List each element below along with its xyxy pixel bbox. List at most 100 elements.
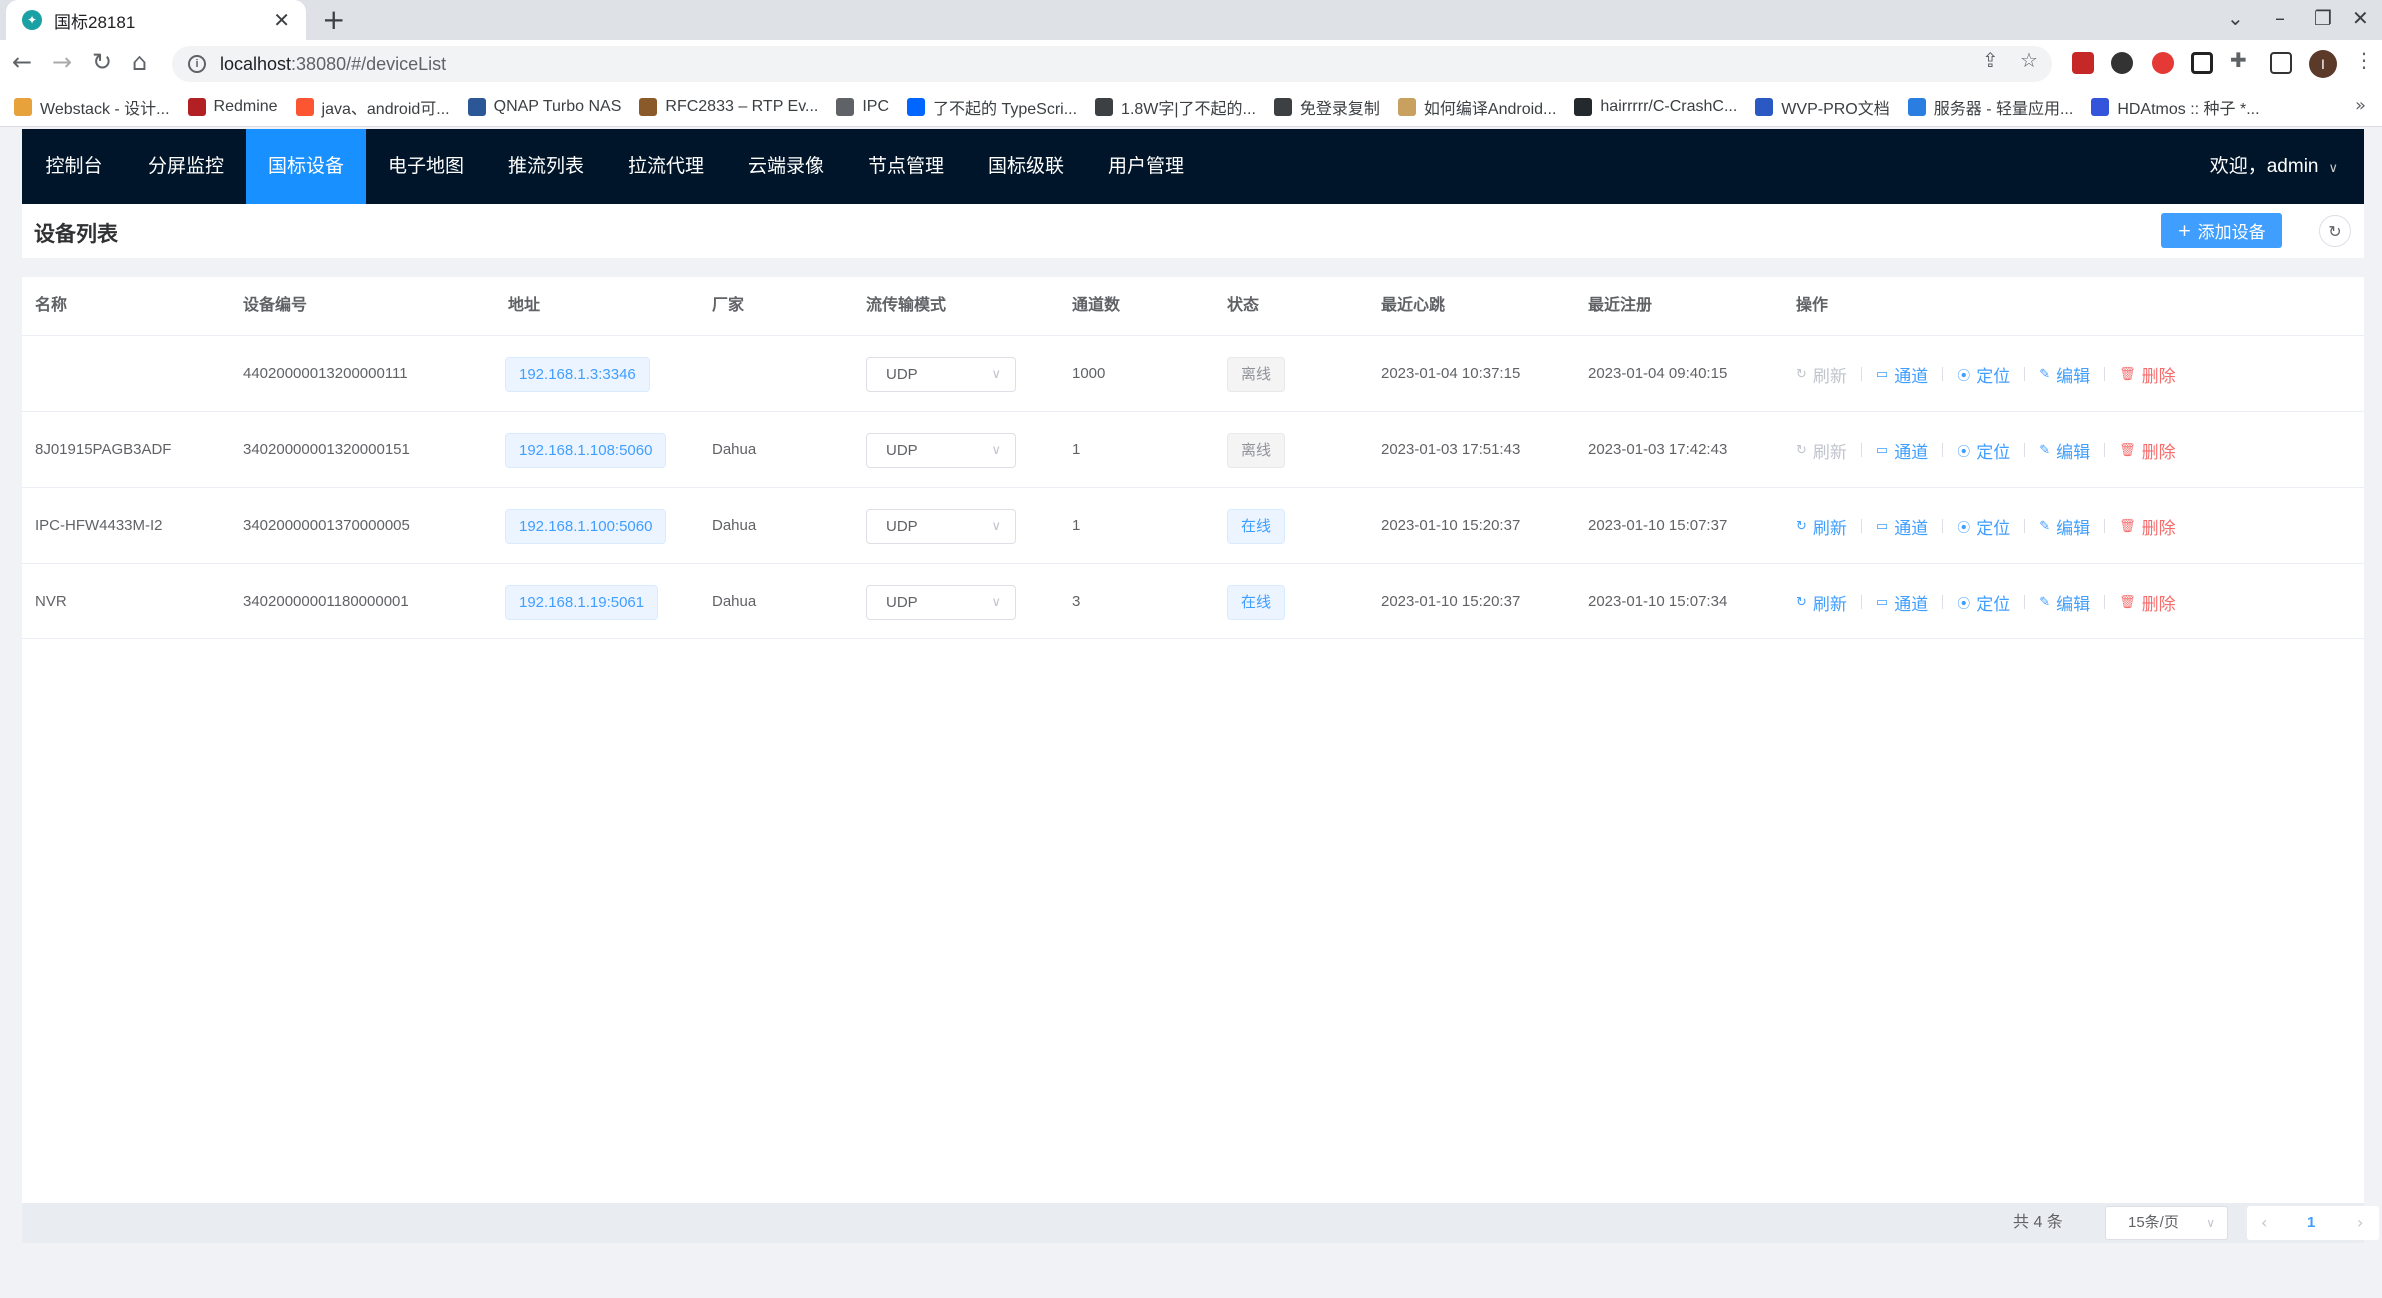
minimize-icon[interactable]: – [2275,6,2285,30]
channel-label: 通道 [1894,366,1929,386]
channel-label: 通道 [1894,594,1929,614]
locate-label: 定位 [1976,366,2011,386]
location-pin-icon: ⦿ [1957,444,1971,460]
bookmark-item[interactable]: IPC [836,97,889,116]
edit-button[interactable]: ✎ 编辑 [2039,362,2090,387]
bookmark-label: 如何编译Android... [1423,100,1557,118]
edit-button[interactable]: ✎ 编辑 [2039,514,2090,539]
delete-button[interactable]: 🗑 删除 [2119,590,2176,615]
nav-gb-cascade[interactable]: 国标级联 [966,129,1086,204]
device-id: 34020000001180000001 [243,593,409,610]
github-icon [1574,97,1593,116]
channel-button[interactable]: ▭ 通道 [1876,590,1928,615]
user-menu[interactable]: 欢迎，admin ∨ [2210,129,2338,204]
bookmark-star-icon[interactable]: ☆ [2020,48,2038,72]
bookmark-item[interactable]: 如何编译Android... [1397,95,1557,119]
pagination-bar: 共 4 条 15条/页 ∨ ‹ 1 › [22,1203,2379,1243]
refresh-list-button[interactable]: ↻ [2319,215,2351,247]
extension-icon[interactable] [2191,52,2213,74]
address-tag: 192.168.1.19:5061 [505,585,659,620]
nav-emap[interactable]: 电子地图 [366,129,486,204]
qnap-icon [467,97,486,116]
restore-icon[interactable]: ❐ [2314,6,2332,30]
profile-avatar[interactable]: I [2309,50,2337,78]
bookmark-item[interactable]: Webstack - 设计... [14,95,170,119]
bookmark-item[interactable]: WVP-PRO文档 [1755,95,1890,119]
browser-tab[interactable]: ✦ 国标28181 ✕ [6,0,306,40]
bookmark-item[interactable]: Redmine [187,97,278,116]
close-tab-icon[interactable]: ✕ [273,8,290,32]
edit-button[interactable]: ✎ 编辑 [2039,590,2090,615]
delete-button[interactable]: 🗑 删除 [2119,514,2176,539]
extension-icon[interactable] [2152,52,2174,74]
column-header-status: 状态 [1227,297,1260,314]
bookmark-label: Redmine [213,97,278,115]
channel-button[interactable]: ▭ 通道 [1876,438,1928,463]
column-header-device-id: 设备编号 [243,297,308,314]
refresh-device-button[interactable]: ↻ 刷新 [1796,514,1847,539]
locate-button[interactable]: ⦿ 定位 [1957,362,2010,387]
nav-cloud-record[interactable]: 云端录像 [726,129,846,204]
browser-menu-icon[interactable]: ⋮ [2354,48,2374,72]
extension-icon[interactable] [2111,52,2133,74]
transport-mode-select[interactable]: UDP ∨ [866,433,1016,468]
edit-button[interactable]: ✎ 编辑 [2039,438,2090,463]
forward-icon[interactable]: → [52,48,72,76]
locate-button[interactable]: ⦿ 定位 [1957,514,2010,539]
reload-icon[interactable]: ↻ [92,48,112,76]
delete-button[interactable]: 🗑 删除 [2119,362,2176,387]
close-window-icon[interactable]: ✕ [2352,6,2369,30]
page-number[interactable]: 1 [2307,1206,2315,1240]
home-icon[interactable]: ⌂ [132,48,147,76]
bookmark-item[interactable]: java、android可... [295,95,450,119]
bookmark-label: Webstack - 设计... [40,100,170,118]
bookmark-item[interactable]: 1.8W字|了不起的... [1095,95,1256,119]
bookmark-item[interactable]: QNAP Turbo NAS [467,97,621,116]
bookmark-item[interactable]: RFC2833 – RTP Ev... [639,97,818,116]
last-heartbeat: 2023-01-10 15:20:37 [1381,517,1521,534]
nav-push-list[interactable]: 推流列表 [486,129,606,204]
transport-mode-select[interactable]: UDP ∨ [866,357,1016,392]
nav-gb-devices[interactable]: 国标设备 [246,129,366,204]
locate-button[interactable]: ⦿ 定位 [1957,438,2010,463]
transport-mode-select[interactable]: UDP ∨ [866,509,1016,544]
nav-node-manage[interactable]: 节点管理 [846,129,966,204]
bookmark-item[interactable]: 了不起的 TypeScri... [907,95,1077,119]
prev-page-icon[interactable]: ‹ [2261,1206,2267,1240]
site-info-icon[interactable]: i [188,55,206,73]
hd-icon [2091,97,2110,116]
globe-icon [1273,97,1292,116]
device-name: IPC-HFW4433M-I2 [35,517,163,534]
bookmark-item[interactable]: 免登录复制 [1273,95,1380,119]
refresh-device-button[interactable]: ↻ 刷新 [1796,362,1847,387]
bookmark-item[interactable]: hairrrrr/C-CrashC... [1574,97,1737,116]
address-bar[interactable]: i localhost:38080/#/deviceList [172,46,2052,82]
channel-count: 1 [1072,517,1081,534]
device-name: NVR [35,593,67,610]
refresh-device-button[interactable]: ↻ 刷新 [1796,590,1847,615]
refresh-device-button[interactable]: ↻ 刷新 [1796,438,1847,463]
channel-button[interactable]: ▭ 通道 [1876,362,1928,387]
tab-search-icon[interactable]: ⌄ [2227,6,2244,30]
delete-button[interactable]: 🗑 删除 [2119,438,2176,463]
bookmark-item[interactable]: HDAtmos :: 种子 *... [2091,95,2260,119]
side-panel-icon[interactable] [2270,52,2292,74]
transport-mode-value: UDP [886,594,918,611]
page-size-select[interactable]: 15条/页 ∨ [2105,1206,2228,1240]
nav-user-manage[interactable]: 用户管理 [1086,129,1206,204]
add-device-button[interactable]: + 添加设备 [2161,213,2282,248]
extension-icon[interactable] [2072,52,2094,74]
nav-split-monitor[interactable]: 分屏监控 [126,129,246,204]
share-icon[interactable]: ⇪ [1982,48,1999,72]
extensions-puzzle-icon[interactable]: ✚ [2230,48,2247,72]
nav-pull-proxy[interactable]: 拉流代理 [606,129,726,204]
transport-mode-select[interactable]: UDP ∨ [866,585,1016,620]
next-page-icon[interactable]: › [2357,1206,2363,1240]
new-tab-icon[interactable]: + [322,3,345,36]
back-icon[interactable]: ← [12,48,32,76]
nav-console[interactable]: 控制台 [22,129,126,204]
bookmark-item[interactable]: 服务器 - 轻量应用... [1907,95,2073,119]
locate-button[interactable]: ⦿ 定位 [1957,590,2010,615]
more-bookmarks-icon[interactable]: » [2355,95,2366,116]
channel-button[interactable]: ▭ 通道 [1876,514,1928,539]
